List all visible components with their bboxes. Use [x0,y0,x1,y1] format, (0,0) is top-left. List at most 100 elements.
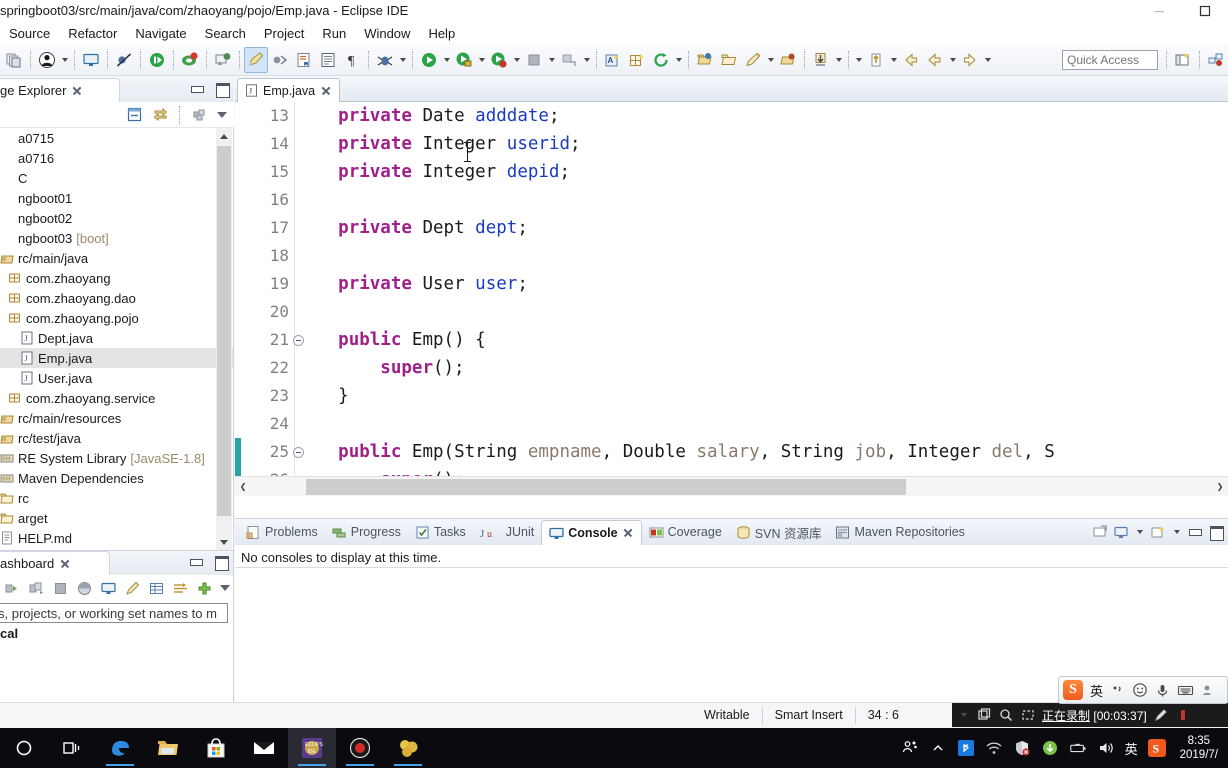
tab-package-explorer[interactable]: ge Explorer [0,78,120,102]
code-line[interactable] [296,186,1228,214]
scroll-down-icon[interactable] [216,534,232,550]
console-dropdown-arrow[interactable] [1134,519,1145,545]
tree-item[interactable]: rc [0,488,233,508]
code-line[interactable]: private Integer depid; [296,158,1228,186]
tree-item[interactable]: a0716 [0,148,233,168]
task-view-icon[interactable] [48,728,96,768]
tree-item[interactable]: ngboot01 [0,188,233,208]
tree-item[interactable]: rc/main/resources [0,408,233,428]
quick-fix-icon[interactable] [741,47,765,73]
user-icon[interactable] [35,47,59,73]
display-selected-console-icon[interactable] [1113,524,1129,540]
code-line[interactable] [296,242,1228,270]
open-folder-icon[interactable] [717,47,741,73]
open-resource-icon[interactable] [693,47,717,73]
bottom-tab[interactable]: Coverage [642,519,729,545]
tree-item[interactable]: rc/main/java [0,248,233,268]
publish-dropdown-arrow[interactable] [581,47,592,73]
debug-resume-icon[interactable] [145,47,169,73]
maximize-view-icon[interactable] [214,81,230,98]
maximize-button[interactable] [1182,0,1228,22]
battery-icon[interactable] [1069,739,1087,757]
security-shield-icon[interactable] [1013,739,1031,757]
volume-icon[interactable] [1097,739,1115,757]
recorder-stop-icon[interactable] [1176,708,1191,723]
add-icon[interactable] [193,578,215,598]
open-task-icon[interactable] [292,47,316,73]
maximize-view-icon[interactable] [213,554,229,571]
editor-horizontal-scrollbar[interactable]: ❮ ❯ [235,476,1228,496]
eclipse-icon[interactable]: ECLIPSE IDE [288,728,336,768]
open-task-list-icon[interactable] [776,47,800,73]
tree-item[interactable]: J User.java [0,368,233,388]
user-dropdown-arrow[interactable] [59,47,70,73]
run-icon[interactable] [417,47,441,73]
terminate-process-icon[interactable] [178,47,202,73]
tray-ime-language-label[interactable]: 英 [1125,739,1138,758]
scroll-up-icon[interactable] [216,128,232,144]
forward-history-icon[interactable] [923,47,947,73]
bottom-tab[interactable]: Progress [325,519,408,545]
view-menu-icon[interactable] [214,105,230,125]
tree-item[interactable]: com.zhaoyang.service [0,388,233,408]
terminal-icon[interactable] [79,47,103,73]
menu-help[interactable]: Help [419,25,464,42]
new-java-project-icon[interactable]: A [601,47,625,73]
step-into-icon[interactable] [2,578,24,598]
filters-icon[interactable] [169,578,191,598]
sogou-ime-toolbar[interactable]: S 英 [1058,676,1228,704]
mail-icon[interactable] [240,728,288,768]
cortana-icon[interactable] [0,728,48,768]
scroll-left-icon[interactable]: ❮ [235,478,251,496]
run-as-dropdown-arrow[interactable] [476,47,487,73]
ime-emoji-icon[interactable] [1132,682,1148,698]
new-wizard-icon[interactable] [2,47,26,73]
code-line[interactable]: private Dept dept; [296,214,1228,242]
tree-item[interactable]: com.zhaoyang.pojo [0,308,233,328]
dashboard-item-label[interactable]: cal [0,623,233,641]
stop-dropdown-arrow[interactable] [546,47,557,73]
package-explorer-tree[interactable]: a0715 a0716 Cngboot01 ngboot02 ngboot03 [boo… [0,128,234,550]
tree-item[interactable]: ngboot03 [boot] [0,228,233,248]
show-hidden-icons-chevron-icon[interactable] [929,739,947,757]
recorder-window-icon[interactable] [976,708,991,723]
bottom-tab[interactable]: SVN 资源库 [729,519,829,545]
menu-refactor[interactable]: Refactor [59,25,126,42]
tree-item[interactable]: HELP.md [0,528,233,548]
screen-recorder-toolbar[interactable]: 正在录制 [00:03:37] [952,703,1228,727]
quick-access-input[interactable] [1062,49,1158,70]
tree-item[interactable]: Maven Dependencies [0,468,233,488]
publish-icon[interactable] [557,47,581,73]
minimize-view-icon[interactable] [188,554,204,570]
screen-recorder-icon[interactable] [336,728,384,768]
dashboard-filter-input[interactable] [0,603,228,623]
package-explorer-scrollbar[interactable] [216,128,232,550]
close-icon[interactable] [622,527,634,539]
history-dropdown-arrow[interactable] [853,47,864,73]
wifi-icon[interactable] [985,739,1003,757]
code-line[interactable]: private Date adddate; [296,102,1228,130]
stop-square-icon[interactable] [50,578,72,598]
bottom-tab[interactable]: Tasks [408,519,473,545]
code-line[interactable]: super(); [296,354,1228,382]
code-line[interactable]: private Integer userid; [296,130,1228,158]
menu-source[interactable]: Source [0,25,59,42]
close-icon[interactable] [59,558,71,570]
ime-user-icon[interactable] [1201,683,1216,698]
collapse-all-icon[interactable] [123,105,145,125]
bottom-tab[interactable]: M Maven Repositories [828,519,971,545]
open-perspective-icon[interactable] [1171,47,1195,73]
recorder-expand-arrow[interactable] [958,702,969,728]
taskbar-clock[interactable]: 8:35 2019/7/ [1176,734,1222,762]
debug-icon[interactable] [373,47,397,73]
run-coverage-icon[interactable] [487,47,511,73]
tree-item[interactable]: arget [0,508,233,528]
tree-item[interactable]: ngboot02 [0,208,233,228]
new-package-icon[interactable] [625,47,649,73]
close-icon[interactable] [71,85,83,97]
bottom-tab[interactable]: Console [541,520,642,545]
code-editor[interactable]: 1314151617181920212223242526 private Dat… [235,102,1228,496]
sogou-tray-icon[interactable]: S [1147,739,1166,757]
tree-item[interactable]: RE System Library [JavaSE-1.8] [0,448,233,468]
menu-window[interactable]: Window [355,25,419,42]
